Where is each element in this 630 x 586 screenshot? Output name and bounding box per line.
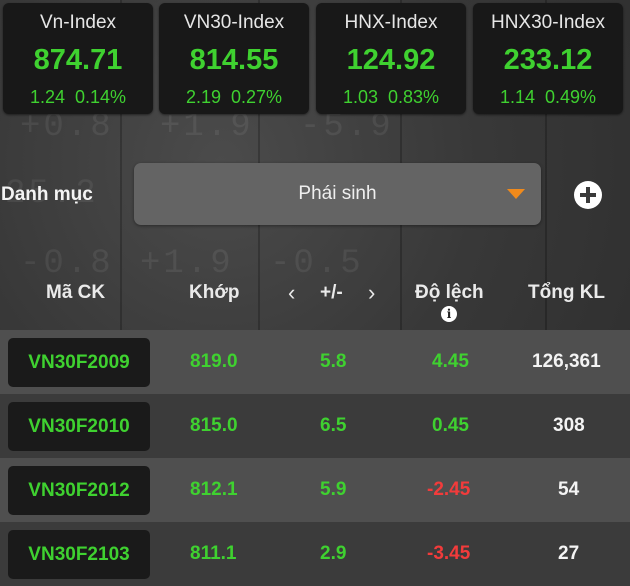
- deviation-value: -3.45: [427, 543, 471, 564]
- info-icon[interactable]: i: [441, 306, 457, 322]
- symbol-button[interactable]: VN30F2012: [8, 466, 150, 515]
- price-change: 6.5: [320, 415, 347, 436]
- index-change: 1.03 0.83%: [316, 87, 466, 108]
- table-header: Mã CK Khớp ‹ +/- › Độ lệch Tổng KL: [0, 280, 630, 310]
- index-change-points: 2.19: [185, 87, 221, 107]
- index-change-percent: 0.83%: [388, 87, 440, 107]
- category-selected-value: Phái sinh: [298, 183, 377, 204]
- index-card-hnx30-index[interactable]: HNX30-Index 233.12 1.14 0.49%: [473, 3, 623, 114]
- match-price: 819.0: [190, 351, 238, 372]
- header-deviation[interactable]: Độ lệch: [415, 282, 484, 304]
- index-name: HNX30-Index: [490, 12, 606, 33]
- table-row[interactable]: VN30F2103 811.1 2.9 -3.45 27: [0, 522, 630, 586]
- index-value: 814.55: [189, 44, 279, 76]
- match-price: 812.1: [190, 479, 238, 500]
- deviation-value: 0.45: [432, 415, 469, 436]
- total-volume: 126,361: [532, 351, 601, 372]
- header-total-volume[interactable]: Tổng KL: [528, 282, 605, 304]
- index-card-vn30-index[interactable]: VN30-Index 814.55 2.19 0.27%: [159, 3, 309, 114]
- index-change: 1.24 0.14%: [3, 87, 153, 108]
- index-card-vn-index[interactable]: Vn-Index 874.71 1.24 0.14%: [3, 3, 153, 114]
- table-row[interactable]: VN30F2010 815.0 6.5 0.45 308: [0, 394, 630, 458]
- price-change: 2.9: [320, 543, 347, 564]
- total-volume: 54: [558, 479, 580, 500]
- header-code[interactable]: Mã CK: [46, 282, 105, 304]
- match-price: 811.1: [190, 543, 237, 564]
- index-change: 1.14 0.49%: [473, 87, 623, 108]
- index-value: 233.12: [503, 44, 593, 76]
- header-match[interactable]: Khớp: [189, 282, 239, 304]
- deviation-value: 4.45: [432, 351, 469, 372]
- symbol-button[interactable]: VN30F2010: [8, 402, 150, 451]
- index-name: VN30-Index: [183, 12, 285, 33]
- index-name: Vn-Index: [39, 12, 117, 33]
- chevron-left-icon[interactable]: ‹: [288, 280, 295, 306]
- deviation-value: -2.45: [427, 479, 471, 500]
- index-card-hnx-index[interactable]: HNX-Index 124.92 1.03 0.83%: [316, 3, 466, 114]
- table-row[interactable]: VN30F2009 819.0 5.8 4.45 126,361: [0, 330, 630, 394]
- chevron-right-icon[interactable]: ›: [368, 280, 375, 306]
- header-change[interactable]: +/-: [320, 282, 343, 304]
- symbol-button[interactable]: VN30F2103: [8, 530, 150, 579]
- index-value: 874.71: [33, 44, 123, 76]
- index-change-percent: 0.27%: [231, 87, 283, 107]
- index-change: 2.19 0.27%: [159, 87, 309, 108]
- index-change-points: 1.03: [342, 87, 378, 107]
- index-name: HNX-Index: [344, 12, 438, 33]
- category-dropdown[interactable]: Phái sinh: [134, 163, 541, 225]
- index-change-points: 1.24: [29, 87, 65, 107]
- price-change: 5.9: [320, 479, 347, 500]
- category-label: Danh mục: [1, 184, 93, 205]
- plus-circle-icon[interactable]: [574, 181, 602, 209]
- table-row[interactable]: VN30F2012 812.1 5.9 -2.45 54: [0, 458, 630, 522]
- symbol-button[interactable]: VN30F2009: [8, 338, 150, 387]
- index-value: 124.92: [346, 44, 436, 76]
- index-change-points: 1.14: [499, 87, 535, 107]
- price-change: 5.8: [320, 351, 347, 372]
- total-volume: 308: [553, 415, 585, 436]
- index-cards: Vn-Index 874.71 1.24 0.14% VN30-Index 814…: [3, 3, 627, 115]
- index-change-percent: 0.49%: [545, 87, 597, 107]
- index-change-percent: 0.14%: [75, 87, 127, 107]
- chevron-down-icon: [507, 189, 525, 199]
- match-price: 815.0: [190, 415, 238, 436]
- total-volume: 27: [558, 543, 580, 564]
